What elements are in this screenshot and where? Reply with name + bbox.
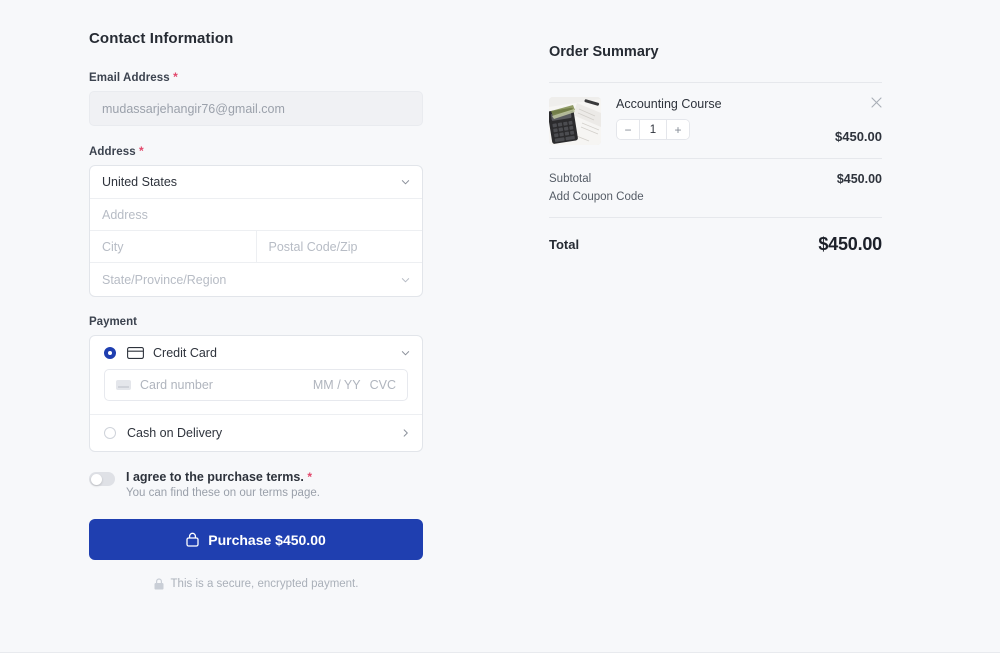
card-cvc-placeholder: CVC — [370, 378, 396, 392]
payment-method-credit-card[interactable]: Credit Card — [90, 336, 422, 369]
remove-item-icon[interactable] — [871, 97, 882, 108]
terms-required-marker: * — [307, 470, 312, 484]
email-value: mudassarjehangir76@gmail.com — [102, 102, 285, 116]
checkout-page: Contact Information Email Address * muda… — [0, 0, 1000, 653]
order-summary-column: Order Summary — [549, 44, 882, 255]
city-input[interactable]: City — [90, 231, 256, 262]
email-field[interactable]: mudassarjehangir76@gmail.com — [89, 91, 423, 126]
email-label-text: Email Address — [89, 72, 170, 84]
secure-payment-note: This is a secure, encrypted payment. — [89, 578, 423, 590]
terms-text-block: I agree to the purchase terms. * You can… — [126, 470, 320, 499]
add-coupon-code-link[interactable]: Add Coupon Code — [549, 186, 882, 217]
payment-method-label: Credit Card — [153, 346, 217, 360]
terms-subtext: You can find these on our terms page. — [126, 487, 320, 499]
total-label: Total — [549, 237, 579, 252]
quantity-decrement-button[interactable]: − — [617, 120, 639, 139]
chevron-down-icon[interactable] — [401, 348, 410, 357]
product-price: $450.00 — [835, 129, 882, 144]
country-select[interactable]: United States — [90, 166, 422, 199]
postal-code-input[interactable]: Postal Code/Zip — [256, 231, 423, 262]
credit-card-icon — [127, 347, 144, 359]
subtotal-label: Subtotal — [549, 173, 591, 185]
secure-note-text: This is a secure, encrypted payment. — [171, 578, 359, 590]
purchase-button-label: Purchase $450.00 — [208, 532, 326, 548]
payment-methods-group: Credit Card Card number MM / YY CVC Cash… — [89, 335, 423, 452]
address-group: United States Address City Postal Code/Z… — [89, 165, 423, 297]
lock-icon — [186, 532, 199, 547]
address-required-marker: * — [139, 144, 144, 158]
credit-card-details: Card number MM / YY CVC — [90, 369, 422, 414]
radio-unselected-icon[interactable] — [104, 427, 116, 439]
order-summary-title: Order Summary — [549, 44, 882, 60]
page-title: Contact Information — [89, 30, 423, 47]
terms-label: I agree to the purchase terms. * — [126, 470, 320, 484]
email-required-marker: * — [173, 70, 178, 84]
product-thumbnail — [549, 97, 601, 145]
purchase-button[interactable]: Purchase $450.00 — [89, 519, 423, 560]
payment-label: Payment — [89, 316, 423, 328]
subtotal-row: Subtotal $450.00 — [549, 159, 882, 186]
lock-icon — [154, 578, 164, 590]
terms-agreement: I agree to the purchase terms. * You can… — [89, 470, 423, 499]
terms-label-text: I agree to the purchase terms. — [126, 470, 304, 484]
email-label: Email Address * — [89, 70, 423, 84]
state-placeholder: State/Province/Region — [90, 263, 422, 296]
address-label-text: Address — [89, 146, 136, 158]
card-number-input[interactable]: Card number MM / YY CVC — [104, 369, 408, 401]
card-number-placeholder: Card number — [140, 378, 313, 392]
order-item-row: Accounting Course − 1 + $450.00 — [549, 83, 882, 158]
total-value: $450.00 — [818, 234, 882, 255]
checkout-form-column: Contact Information Email Address * muda… — [89, 30, 423, 590]
quantity-value[interactable]: 1 — [639, 120, 667, 139]
calculator-documents-photo — [549, 97, 601, 145]
product-name: Accounting Course — [616, 97, 882, 111]
quantity-stepper: − 1 + — [616, 119, 690, 140]
address-label: Address * — [89, 144, 423, 158]
street-address-placeholder: Address — [90, 199, 422, 230]
country-value: United States — [90, 166, 422, 198]
city-postal-row: City Postal Code/Zip — [90, 231, 422, 263]
state-select[interactable]: State/Province/Region — [90, 263, 422, 296]
payment-method-label: Cash on Delivery — [127, 426, 222, 440]
quantity-increment-button[interactable]: + — [667, 120, 689, 139]
subtotal-value: $450.00 — [837, 172, 882, 186]
card-chip-icon — [116, 380, 131, 390]
terms-toggle[interactable] — [89, 472, 115, 486]
payment-method-cash-on-delivery[interactable]: Cash on Delivery — [90, 415, 422, 451]
card-expiry-placeholder: MM / YY — [313, 378, 361, 392]
radio-selected-icon[interactable] — [104, 347, 116, 359]
street-address-input[interactable]: Address — [90, 199, 422, 231]
chevron-right-icon[interactable] — [401, 429, 410, 438]
total-row: Total $450.00 — [549, 218, 882, 255]
